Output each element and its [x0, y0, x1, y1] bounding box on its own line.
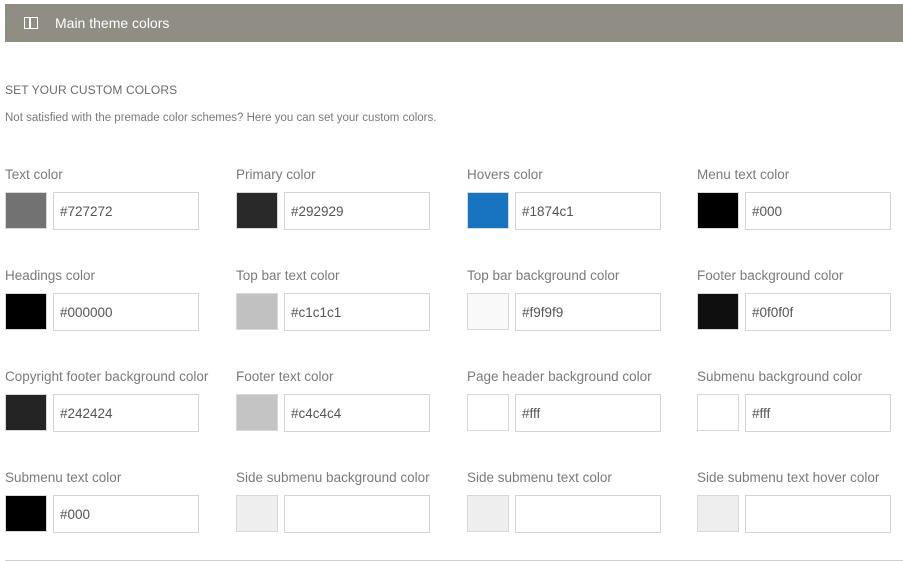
color-hex-input[interactable]	[284, 394, 430, 432]
color-field: Text color	[5, 167, 235, 257]
color-field-label: Footer text color	[236, 369, 334, 384]
color-field-label: Hovers color	[467, 167, 543, 182]
color-swatch[interactable]	[697, 192, 739, 229]
color-field: Top bar text color	[236, 268, 466, 358]
color-hex-input[interactable]	[515, 495, 661, 533]
color-field: Page header background color	[467, 369, 697, 459]
section-title: SET YOUR CUSTOM COLORS	[5, 83, 178, 97]
color-hex-input[interactable]	[53, 495, 199, 533]
color-field-label: Side submenu background color	[236, 470, 430, 485]
color-swatch[interactable]	[467, 394, 509, 431]
color-hex-input[interactable]	[515, 394, 661, 432]
color-field-label: Submenu background color	[697, 369, 863, 384]
color-field-label: Menu text color	[697, 167, 790, 182]
color-field: Footer text color	[236, 369, 466, 459]
color-swatch[interactable]	[236, 495, 278, 532]
color-field-label: Page header background color	[467, 369, 652, 384]
color-field: Headings color	[5, 268, 235, 358]
color-field-label: Copyright footer background color	[5, 369, 209, 384]
color-swatch[interactable]	[697, 495, 739, 532]
columns-icon	[24, 17, 38, 29]
color-field-label: Submenu text color	[5, 470, 122, 485]
color-hex-input[interactable]	[745, 293, 891, 331]
color-field: Menu text color	[697, 167, 903, 257]
color-swatch[interactable]	[5, 394, 47, 431]
color-field: Side submenu text color	[467, 470, 697, 560]
color-swatch[interactable]	[5, 192, 47, 229]
color-field-label: Primary color	[236, 167, 316, 182]
color-field-label: Top bar background color	[467, 268, 620, 283]
color-field: Hovers color	[467, 167, 697, 257]
color-field-label: Top bar text color	[236, 268, 340, 283]
color-hex-input[interactable]	[515, 293, 661, 331]
color-swatch[interactable]	[467, 495, 509, 532]
panel-header[interactable]: Main theme colors	[5, 4, 903, 42]
color-swatch[interactable]	[236, 293, 278, 330]
color-field-label: Footer background color	[697, 268, 844, 283]
color-hex-input[interactable]	[53, 192, 199, 230]
color-hex-input[interactable]	[53, 293, 199, 331]
color-field: Top bar background color	[467, 268, 697, 358]
color-field: Side submenu background color	[236, 470, 466, 560]
panel-title: Main theme colors	[55, 15, 170, 31]
color-field-label: Side submenu text color	[467, 470, 612, 485]
color-field: Submenu background color	[697, 369, 903, 459]
color-swatch[interactable]	[236, 192, 278, 229]
color-swatch[interactable]	[467, 192, 509, 229]
color-hex-input[interactable]	[745, 192, 891, 230]
color-hex-input[interactable]	[745, 394, 891, 432]
color-hex-input[interactable]	[515, 192, 661, 230]
color-field: Copyright footer background color	[5, 369, 235, 459]
color-hex-input[interactable]	[745, 495, 891, 533]
color-field: Footer background color	[697, 268, 903, 358]
color-field: Side submenu text hover color	[697, 470, 903, 560]
color-swatch[interactable]	[697, 394, 739, 431]
color-hex-input[interactable]	[284, 495, 430, 533]
color-hex-input[interactable]	[53, 394, 199, 432]
color-field-label: Text color	[5, 167, 63, 182]
color-field-label: Side submenu text hover color	[697, 470, 880, 485]
color-swatch[interactable]	[5, 495, 47, 532]
color-field: Submenu text color	[5, 470, 235, 560]
color-swatch[interactable]	[5, 293, 47, 330]
color-hex-input[interactable]	[284, 293, 430, 331]
color-hex-input[interactable]	[284, 192, 430, 230]
color-field: Primary color	[236, 167, 466, 257]
color-swatch[interactable]	[697, 293, 739, 330]
color-swatch[interactable]	[467, 293, 509, 330]
section-description: Not satisfied with the premade color sch…	[5, 112, 437, 124]
color-field-label: Headings color	[5, 268, 96, 283]
color-swatch[interactable]	[236, 394, 278, 431]
